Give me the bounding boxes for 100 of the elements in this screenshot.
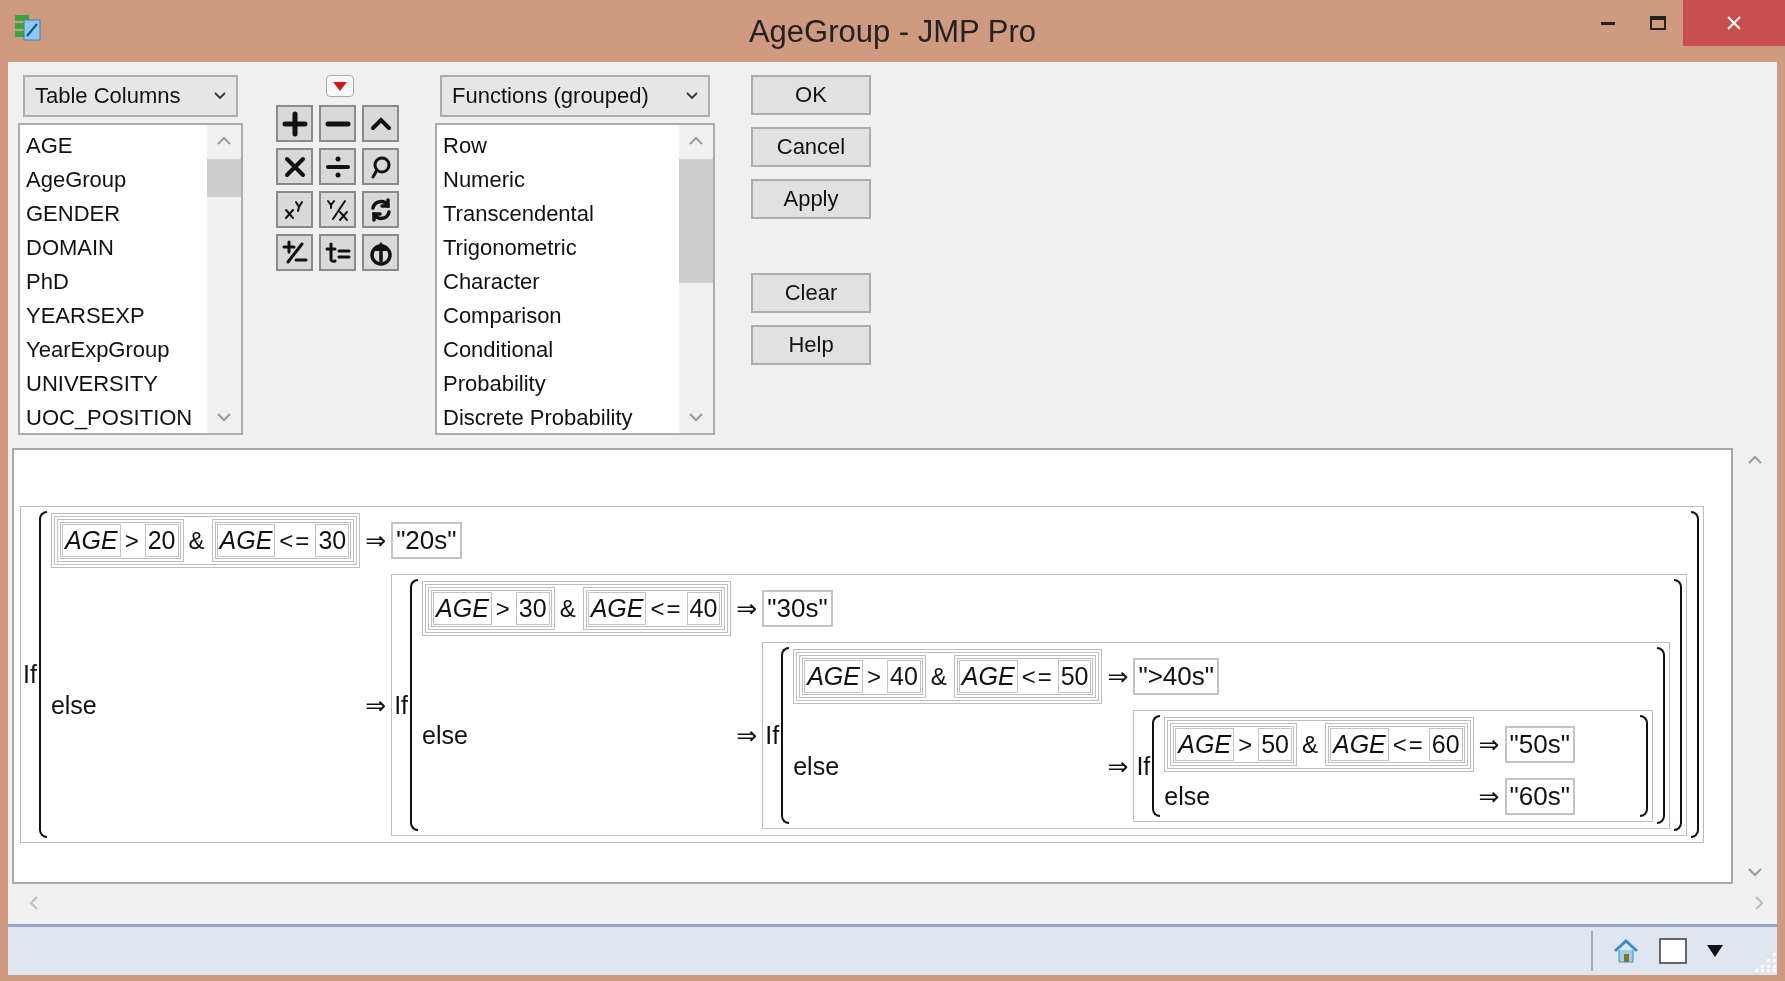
result-string[interactable]: ">40s" — [1133, 658, 1219, 695]
keypad-key[interactable] — [319, 148, 356, 185]
condition-expression[interactable]: AGE > 30 & AGE <= 40 — [422, 581, 732, 636]
keypad-key[interactable] — [276, 191, 313, 228]
condition-expression[interactable]: AGE > 20 & AGE <= 30 — [50, 513, 361, 568]
keypad-key[interactable] — [319, 105, 356, 142]
dialog-button[interactable]: OK — [751, 75, 871, 115]
column-item[interactable]: UOC_POSITION — [26, 401, 201, 435]
operator: & — [930, 662, 949, 691]
column-token[interactable]: AGE — [804, 660, 863, 693]
scrollbar[interactable] — [207, 125, 241, 433]
keypad-key[interactable] — [362, 191, 399, 228]
operator: > — [867, 662, 883, 691]
functions-dropdown[interactable]: Functions (grouped) — [440, 75, 710, 117]
if-expression[interactable]: If AGE > 20 & AGE <= 30 ⇒ "20s" else ⇒ If AGE > 30 & AGE <= 40 ⇒ "30s" else ⇒ If AGE > 40 & AGE <= 50 ⇒ ">40s" else ⇒ If AGE > 50 & AGE <= 60 ⇒ "50s" else ⇒ "60s" — [20, 506, 1704, 843]
keypad-key[interactable] — [319, 191, 356, 228]
right-brace-icon — [1674, 579, 1682, 831]
column-token[interactable]: AGE — [61, 524, 121, 557]
keypad-key[interactable] — [319, 234, 356, 271]
scroll-thumb[interactable] — [679, 159, 713, 283]
comparison-term[interactable]: AGE > 30 — [428, 587, 555, 630]
function-group-item[interactable]: Conditional — [443, 333, 673, 367]
column-token[interactable]: AGE — [1329, 728, 1389, 761]
else-arrow: ⇒ — [365, 690, 387, 720]
keypad-key[interactable] — [276, 234, 313, 271]
function-group-item[interactable]: Probability — [443, 367, 673, 401]
if-expression[interactable]: If AGE > 40 & AGE <= 50 ⇒ ">40s" else ⇒ If AGE > 50 & AGE <= 60 ⇒ "50s" else ⇒ "60s" — [762, 642, 1670, 829]
condition-expression[interactable]: AGE > 40 & AGE <= 50 — [793, 649, 1103, 704]
number-token[interactable]: 40 — [686, 592, 721, 625]
operator: <= — [1392, 730, 1425, 759]
menu-button[interactable] — [325, 75, 354, 97]
functions-list[interactable]: Row Numeric Transcendental Trigonometric Character Comparison Conditional Probability Discrete Probability — [435, 123, 715, 435]
dialog-button[interactable]: Cancel — [751, 127, 871, 167]
dialog-button[interactable]: Apply — [751, 179, 871, 219]
comparison-term[interactable]: AGE <= 30 — [211, 519, 355, 562]
result-string[interactable]: "50s" — [1504, 726, 1575, 763]
function-group-item[interactable]: Trigonometric — [443, 231, 673, 265]
column-token[interactable]: AGE — [587, 592, 647, 625]
number-token[interactable]: 50 — [1258, 728, 1292, 761]
function-group-item[interactable]: Character — [443, 265, 673, 299]
dialog-button[interactable]: Clear — [751, 273, 871, 313]
number-token[interactable]: 50 — [1057, 660, 1092, 693]
function-group-item[interactable]: Numeric — [443, 163, 673, 197]
right-brace-icon — [1691, 511, 1699, 838]
column-item[interactable]: DOMAIN — [26, 231, 201, 265]
minus-icon — [324, 120, 351, 127]
operator: > — [124, 526, 141, 555]
column-item[interactable]: GENDER — [26, 197, 201, 231]
comparison-term[interactable]: AGE > 40 — [799, 655, 926, 698]
result-string[interactable]: "60s" — [1504, 778, 1575, 815]
dropdown-button[interactable] — [1707, 945, 1723, 957]
else-arrow: ⇒ — [1478, 782, 1500, 811]
condition-expression[interactable]: AGE > 50 & AGE <= 60 — [1164, 717, 1474, 772]
operator: & — [559, 594, 578, 623]
column-item[interactable]: YEARSEXP — [26, 299, 201, 333]
columns-list[interactable]: AGE AgeGroup GENDER DOMAIN PhD YEARSEXP YearExpGroup UNIVERSITY UOC_POSITION — [18, 123, 243, 435]
number-token[interactable]: 40 — [887, 660, 921, 693]
comparison-term[interactable]: AGE > 20 — [56, 519, 184, 562]
columns-dropdown[interactable]: Table Columns — [23, 75, 238, 117]
function-group-item[interactable]: Row — [443, 129, 673, 163]
number-token[interactable]: 30 — [315, 524, 350, 557]
result-string[interactable]: "20s" — [391, 522, 462, 559]
number-token[interactable]: 30 — [515, 592, 550, 625]
if-expression[interactable]: If AGE > 30 & AGE <= 40 ⇒ "30s" else ⇒ If AGE > 40 & AGE <= 50 ⇒ ">40s" else ⇒ If AGE > 50 & AGE <= 60 ⇒ "50s" else ⇒ "60s" — [391, 574, 1687, 836]
keypad-key[interactable] — [276, 148, 313, 185]
if-expression[interactable]: If AGE > 50 & AGE <= 60 ⇒ "50s" else ⇒ "60s" — [1133, 710, 1653, 822]
dialog-button[interactable]: Help — [751, 325, 871, 365]
column-item[interactable]: AgeGroup — [26, 163, 201, 197]
number-token[interactable]: 60 — [1428, 728, 1463, 761]
keypad-key[interactable] — [276, 105, 313, 142]
function-group-item[interactable]: Discrete Probability — [443, 401, 673, 435]
function-group-item[interactable]: Transcendental — [443, 197, 673, 231]
function-group-item[interactable]: Comparison — [443, 299, 673, 333]
operator: & — [188, 526, 207, 555]
window-button[interactable] — [1659, 938, 1687, 964]
comparison-term[interactable]: AGE <= 50 — [953, 655, 1097, 698]
scroll-thumb[interactable] — [207, 159, 241, 197]
keypad-key[interactable] — [362, 148, 399, 185]
keypad-key[interactable] — [362, 234, 399, 271]
comparison-term[interactable]: AGE > 50 — [1170, 723, 1297, 766]
column-item[interactable]: AGE — [26, 129, 201, 163]
column-item[interactable]: PhD — [26, 265, 201, 299]
comparison-term[interactable]: AGE <= 60 — [1324, 723, 1468, 766]
number-token[interactable]: 20 — [144, 524, 179, 557]
operator: <= — [650, 594, 683, 623]
formula-editor[interactable]: If AGE > 20 & AGE <= 30 ⇒ "20s" else ⇒ If AGE > 30 & AGE <= 40 ⇒ "30s" else ⇒ If AGE > 40 & AGE <= 50 ⇒ ">40s" else ⇒ If AGE > 50 & AGE <= 60 ⇒ "50s" else ⇒ "60s" — [12, 448, 1733, 884]
column-token[interactable]: AGE — [958, 660, 1018, 693]
column-token[interactable]: AGE — [1175, 728, 1235, 761]
scrollbar[interactable] — [679, 125, 713, 433]
left-brace-icon — [38, 511, 47, 838]
home-button[interactable] — [1613, 939, 1639, 963]
comparison-term[interactable]: AGE <= 40 — [582, 587, 726, 630]
left-brace-icon — [1152, 715, 1161, 817]
column-item[interactable]: YearExpGroup — [26, 333, 201, 367]
column-token[interactable]: AGE — [433, 592, 492, 625]
column-item[interactable]: UNIVERSITY — [26, 367, 201, 401]
keypad-key[interactable] — [362, 105, 399, 142]
else-label: else — [50, 690, 98, 720]
column-token[interactable]: AGE — [216, 524, 276, 557]
result-string[interactable]: "30s" — [762, 590, 833, 627]
